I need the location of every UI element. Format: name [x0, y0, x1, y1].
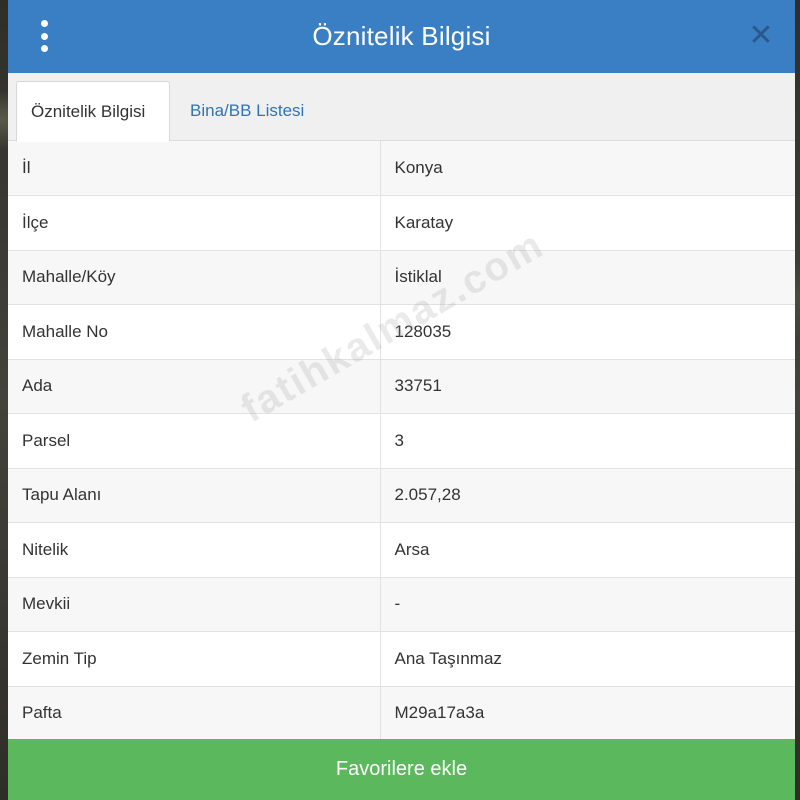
attribute-value: 128035 — [380, 304, 795, 360]
attribute-value: Konya — [380, 141, 795, 196]
table-row: Ada 33751 — [8, 359, 795, 414]
add-to-favorites-button[interactable]: Favorilere ekle — [8, 739, 795, 800]
table-row: Pafta M29a17a3a — [8, 686, 795, 741]
tab-building-list[interactable]: Bina/BB Listesi — [176, 81, 318, 141]
attribute-value: Ana Taşınmaz — [380, 631, 795, 687]
tab-attribute-info[interactable]: Öznitelik Bilgisi — [16, 81, 170, 142]
attribute-value: Arsa — [380, 522, 795, 578]
close-icon[interactable]: ✕ — [747, 21, 775, 51]
attribute-key: Ada — [8, 359, 381, 414]
table-row: Tapu Alanı 2.057,28 — [8, 468, 795, 523]
attribute-value: Karatay — [380, 195, 795, 251]
attribute-table: İl Konya İlçe Karatay Mahalle/Köy İstiklal Mah… — [8, 141, 795, 741]
table-row: Mahalle/Köy İstiklal — [8, 250, 795, 305]
attribute-key: Zemin Tip — [8, 631, 381, 687]
attribute-info-dialog: Öznitelik Bilgisi ✕ Öznitelik Bilgisi Bi… — [8, 0, 795, 800]
attribute-value: - — [380, 577, 795, 632]
attribute-key: İlçe — [8, 195, 381, 251]
attribute-key: Mahalle No — [8, 304, 381, 360]
dialog-header: Öznitelik Bilgisi ✕ — [8, 0, 795, 73]
attribute-value: İstiklal — [380, 250, 795, 305]
table-row: İl Konya — [8, 141, 795, 196]
table-row: Zemin Tip Ana Taşınmaz — [8, 631, 795, 687]
attribute-key: Nitelik — [8, 522, 381, 578]
attribute-key: Mahalle/Köy — [8, 250, 381, 305]
table-row: Nitelik Arsa — [8, 522, 795, 578]
attribute-value: M29a17a3a — [380, 686, 795, 741]
attribute-key: Mevkii — [8, 577, 381, 632]
dialog-title: Öznitelik Bilgisi — [312, 21, 491, 51]
attribute-value: 33751 — [380, 359, 795, 414]
table-row: İlçe Karatay — [8, 195, 795, 251]
attribute-value: 2.057,28 — [380, 468, 795, 523]
attribute-key: Parsel — [8, 413, 381, 469]
attribute-key: Pafta — [8, 686, 381, 741]
kebab-menu-icon[interactable] — [36, 18, 52, 54]
table-row: Mevkii - — [8, 577, 795, 632]
tab-bar: Öznitelik Bilgisi Bina/BB Listesi — [8, 73, 795, 142]
table-row: Parsel 3 — [8, 413, 795, 469]
attribute-value: 3 — [380, 413, 795, 469]
attribute-key: Tapu Alanı — [8, 468, 381, 523]
table-row: Mahalle No 128035 — [8, 304, 795, 360]
attribute-key: İl — [8, 141, 381, 196]
